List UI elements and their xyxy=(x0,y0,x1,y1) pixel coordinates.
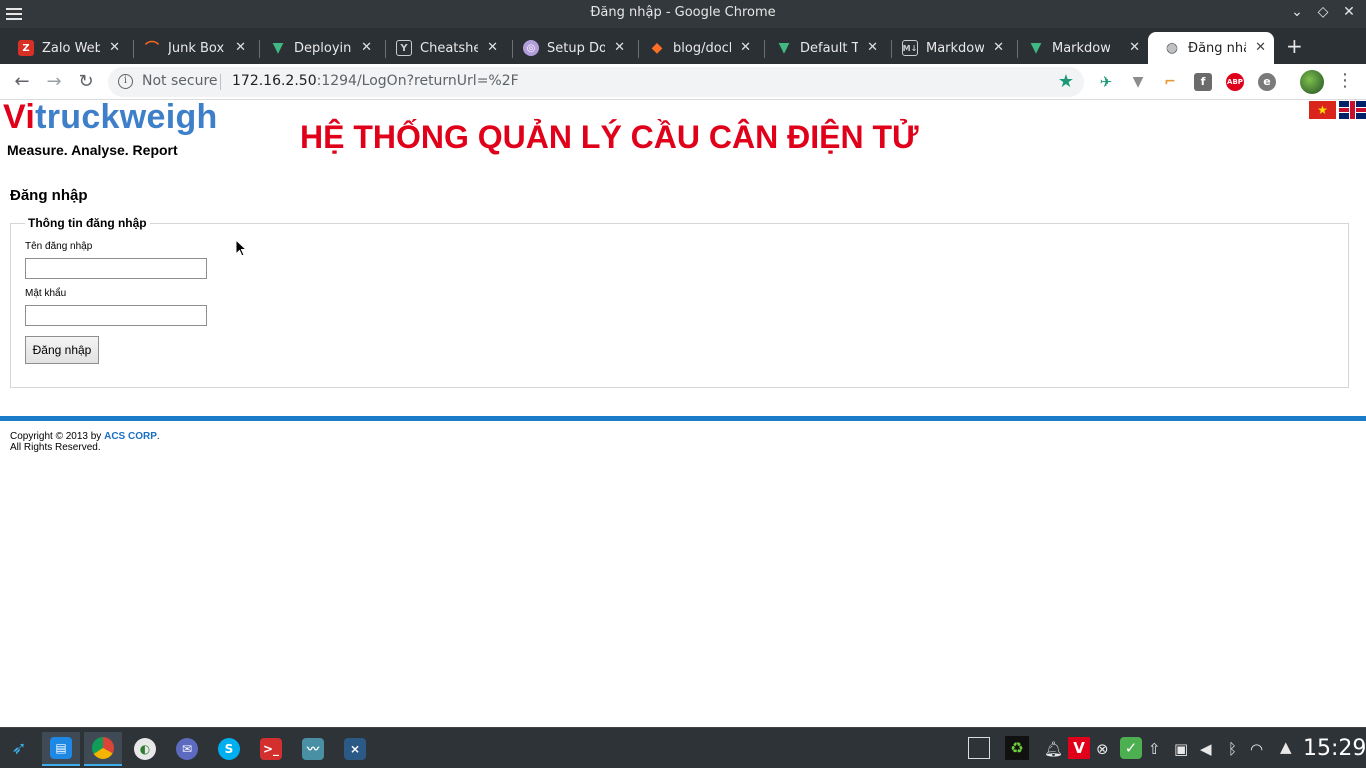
tray-expand-icon[interactable]: ▲ xyxy=(1280,738,1292,756)
reload-icon[interactable]: ↻ xyxy=(74,70,98,94)
tab-deploying[interactable]: ▼ Deploying ✕ xyxy=(254,32,380,64)
vue-icon: ▼ xyxy=(272,40,284,56)
more-menu-icon[interactable]: ⋮ xyxy=(1336,70,1354,91)
adblock-plus-icon[interactable]: ABP xyxy=(1226,73,1244,91)
network-blocked-icon[interactable]: ⊗ xyxy=(1096,740,1109,758)
app-launcher-icon[interactable]: ➶ xyxy=(0,732,38,766)
extension-bird-icon[interactable]: ✈ xyxy=(1097,73,1115,91)
junkbox-icon: ⌒ xyxy=(145,41,159,57)
login-fieldset: Thông tin đăng nhập Tên đăng nhập Mật kh… xyxy=(10,216,1349,388)
tab-strip: Z Zalo Web ✕ ⌒ Junk Box ✕ ▼ Deploying ✕ … xyxy=(0,28,1366,64)
tab-blog-dock[interactable]: ◆ blog/dock ✕ xyxy=(633,32,759,64)
setup-doc-icon: ◎ xyxy=(523,40,539,56)
close-tab-icon[interactable]: ✕ xyxy=(993,40,1004,55)
address-bar[interactable]: i Not secure 172.16.2.50:1294/LogOn?retu… xyxy=(108,67,1084,97)
bluetooth-icon[interactable]: ᛒ xyxy=(1228,740,1237,758)
updates-icon[interactable]: ⇧ xyxy=(1148,740,1161,758)
bookmark-star-icon[interactable]: ★ xyxy=(1058,71,1074,92)
close-tab-icon[interactable]: ✕ xyxy=(1129,40,1140,55)
clipboard-icon[interactable]: ▣ xyxy=(1174,740,1188,758)
cheatsheet-icon: Y xyxy=(396,40,412,56)
page-title: Đăng nhập xyxy=(10,187,88,204)
zalo-icon: Z xyxy=(18,40,34,56)
username-input[interactable] xyxy=(25,258,207,279)
notifications-icon[interactable]: 🔔︎ xyxy=(1044,740,1063,758)
sync-ok-icon[interactable]: ✓ xyxy=(1120,737,1142,759)
password-input[interactable] xyxy=(25,305,207,326)
extension-e-icon[interactable]: e xyxy=(1258,73,1276,91)
window-title: Đăng nhập - Google Chrome xyxy=(590,5,776,20)
close-tab-icon[interactable]: ✕ xyxy=(867,40,878,55)
info-icon[interactable]: i xyxy=(118,74,133,89)
system-headline: HỆ THỐNG QUẢN LÝ CẦU CÂN ĐIỆN TỬ xyxy=(300,119,919,155)
show-desktop-icon[interactable] xyxy=(968,737,990,759)
wifi-icon[interactable]: ◠ xyxy=(1250,740,1263,758)
password-label: Mật khẩu xyxy=(25,288,67,299)
volume-muted-icon[interactable]: ◀ xyxy=(1200,740,1212,758)
not-secure-label[interactable]: Not secure xyxy=(142,73,218,89)
username-label: Tên đăng nhập xyxy=(25,241,93,252)
system-taskbar: ➶ ▤ ◐ ✉ S >_ 〰 ⨯ ♻ 🔔︎ V ⊗ ✓ ⇧ ▣ ◀ ᛒ ◠ ▲ … xyxy=(0,727,1366,768)
close-tab-icon[interactable]: ✕ xyxy=(361,40,372,55)
tab-markdown-2[interactable]: ▼ Markdow ✕ xyxy=(1012,32,1148,64)
chrome-icon[interactable] xyxy=(84,732,122,766)
vue-devtools-icon[interactable]: ▼ xyxy=(1129,73,1147,91)
mouse-cursor-icon xyxy=(235,239,247,257)
clock[interactable]: 15:29 xyxy=(1303,736,1366,761)
maximize-icon[interactable]: ◇ xyxy=(1316,4,1330,20)
close-tab-icon[interactable]: ✕ xyxy=(487,40,498,55)
tab-junk-box[interactable]: ⌒ Junk Box ✕ xyxy=(128,32,254,64)
extension-tool-icon[interactable]: ⌐ xyxy=(1161,73,1179,91)
fieldset-legend: Thông tin đăng nhập xyxy=(25,216,150,230)
tab-login-active[interactable]: ◍ Đăng nhập ✕ xyxy=(1148,32,1274,64)
back-icon[interactable]: ← xyxy=(10,70,34,94)
app-green-icon[interactable]: ◐ xyxy=(126,732,164,766)
file-manager-icon[interactable]: ▤ xyxy=(42,732,80,766)
terminal-icon[interactable]: >_ xyxy=(252,732,290,766)
profile-avatar[interactable] xyxy=(1300,70,1324,94)
skype-icon[interactable]: S xyxy=(210,732,248,766)
vivaldi-tray-icon[interactable]: V xyxy=(1068,737,1090,759)
close-tab-icon[interactable]: ✕ xyxy=(109,40,120,55)
recycle-tray-icon[interactable]: ♻ xyxy=(1005,736,1029,760)
vue-icon: ▼ xyxy=(778,40,790,56)
thunderbird-icon[interactable]: ✉ xyxy=(168,732,206,766)
tab-setup-doc[interactable]: ◎ Setup Doc ✕ xyxy=(507,32,633,64)
globe-icon: ◍ xyxy=(1165,40,1179,56)
url-text[interactable]: 172.16.2.50:1294/LogOn?returnUrl=%2F xyxy=(232,73,519,89)
gitlab-icon: ◆ xyxy=(651,40,663,56)
tab-cheatsheet[interactable]: Y Cheatshee ✕ xyxy=(380,32,506,64)
rights-text: All Rights Reserved. xyxy=(10,442,101,453)
new-tab-icon[interactable]: + xyxy=(1286,34,1303,58)
vietnam-flag-icon[interactable]: ★ xyxy=(1309,101,1336,119)
login-button[interactable]: Đăng nhập xyxy=(25,336,99,364)
system-monitor-icon[interactable]: 〰 xyxy=(294,732,332,766)
close-tab-icon[interactable]: ✕ xyxy=(1255,40,1266,55)
footer-divider xyxy=(0,416,1366,421)
acs-corp-link[interactable]: ACS CORP xyxy=(104,431,157,442)
close-tab-icon[interactable]: ✕ xyxy=(740,40,751,55)
vscode-icon[interactable]: ⨯ xyxy=(336,732,374,766)
tab-default-theme[interactable]: ▼ Default Th ✕ xyxy=(760,32,886,64)
tab-markdown-1[interactable]: M↓ Markdow ✕ xyxy=(886,32,1012,64)
window-title-bar: Đăng nhập - Google Chrome ⌄ ◇ ✕ xyxy=(0,0,1366,28)
copyright-block: Copyright © 2013 by ACS CORP. All Rights… xyxy=(10,431,160,453)
close-tab-icon[interactable]: ✕ xyxy=(235,40,246,55)
close-tab-icon[interactable]: ✕ xyxy=(614,40,625,55)
uk-flag-icon[interactable] xyxy=(1339,101,1366,119)
browser-toolbar: ← → ↻ i Not secure 172.16.2.50:1294/LogO… xyxy=(0,64,1366,100)
markdown-icon: M↓ xyxy=(902,40,918,56)
vitruckweigh-logo: Vitruckweigh xyxy=(3,98,218,136)
tagline: Measure. Analyse. Report xyxy=(7,142,178,158)
facebook-icon[interactable]: f xyxy=(1194,73,1212,91)
tab-zalo[interactable]: Z Zalo Web ✕ xyxy=(2,32,128,64)
vue-icon: ▼ xyxy=(1030,40,1042,56)
minimize-icon[interactable]: ⌄ xyxy=(1290,4,1304,20)
forward-icon[interactable]: → xyxy=(42,70,66,94)
page-content: Vitruckweigh Measure. Analyse. Report HỆ… xyxy=(0,98,1366,727)
close-window-icon[interactable]: ✕ xyxy=(1342,4,1356,20)
